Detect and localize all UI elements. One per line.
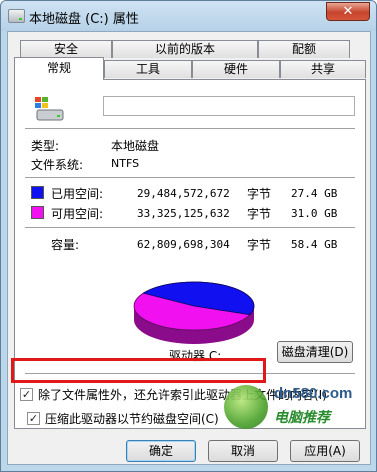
capacity-size: 58.4 GB [291,238,338,251]
tab-security[interactable]: 安全 [20,40,112,58]
ok-button[interactable]: 确定 [126,440,196,462]
used-space-bytes: 29,484,572,672 [137,187,230,200]
used-space-size: 27.4 GB [291,187,338,200]
free-space-unit: 字节 [247,207,272,221]
properties-window: 本地磁盘 (C:) 属性 ✕ 安全 以前的版本 配额 常规 工具 硬件 共享 类… [0,0,377,472]
watermark: dn580.com 电脑推荐 [220,379,370,441]
type-value: 本地磁盘 [111,139,160,153]
disk-usage-pie [133,281,255,344]
apply-button[interactable]: 应用(A) [290,440,360,462]
disk-cleanup-button[interactable]: 磁盘清理(D) [277,341,353,363]
free-space-size: 31.0 GB [291,207,338,220]
used-space-unit: 字节 [247,187,272,201]
filesystem-value: NTFS [111,157,140,170]
separator [25,177,355,178]
tab-quota[interactable]: 配额 [258,40,350,58]
volume-name-input[interactable] [103,96,355,116]
close-button[interactable]: ✕ [326,2,370,21]
title-bar[interactable]: 本地磁盘 (C:) 属性 ✕ [1,1,376,31]
window-title: 本地磁盘 (C:) 属性 [29,12,139,27]
separator [25,227,355,228]
capacity-unit: 字节 [247,238,272,252]
free-space-bytes: 33,325,125,632 [137,207,230,220]
tab-sharing[interactable]: 共享 [280,60,366,78]
watermark-url: dn580.com [274,385,353,402]
type-label: 类型: [31,139,60,153]
tab-hardware[interactable]: 硬件 [192,60,280,78]
used-space-label: 已用空间: [51,187,104,201]
compress-checkbox[interactable]: ✓ [27,412,40,425]
index-checkbox[interactable]: ✓ [20,388,33,401]
capacity-label: 容量: [51,238,80,252]
watermark-text: 电脑推荐 [274,410,330,426]
drive-icon [8,9,25,23]
free-space-label: 可用空间: [51,207,104,221]
separator [25,128,355,129]
capacity-bytes: 62,809,698,304 [137,238,230,251]
drive-windows-icon [35,97,64,121]
watermark-logo [224,385,268,429]
tab-previous-versions[interactable]: 以前的版本 [112,40,258,58]
compress-label[interactable]: 压缩此驱动器以节约磁盘空间(C) [45,410,219,427]
cancel-button[interactable]: 取消 [208,440,278,462]
used-space-swatch [31,186,44,199]
tab-tools[interactable]: 工具 [104,60,192,78]
filesystem-label: 文件系统: [31,158,84,172]
free-space-swatch [31,206,44,219]
tab-general[interactable]: 常规 [14,57,104,80]
